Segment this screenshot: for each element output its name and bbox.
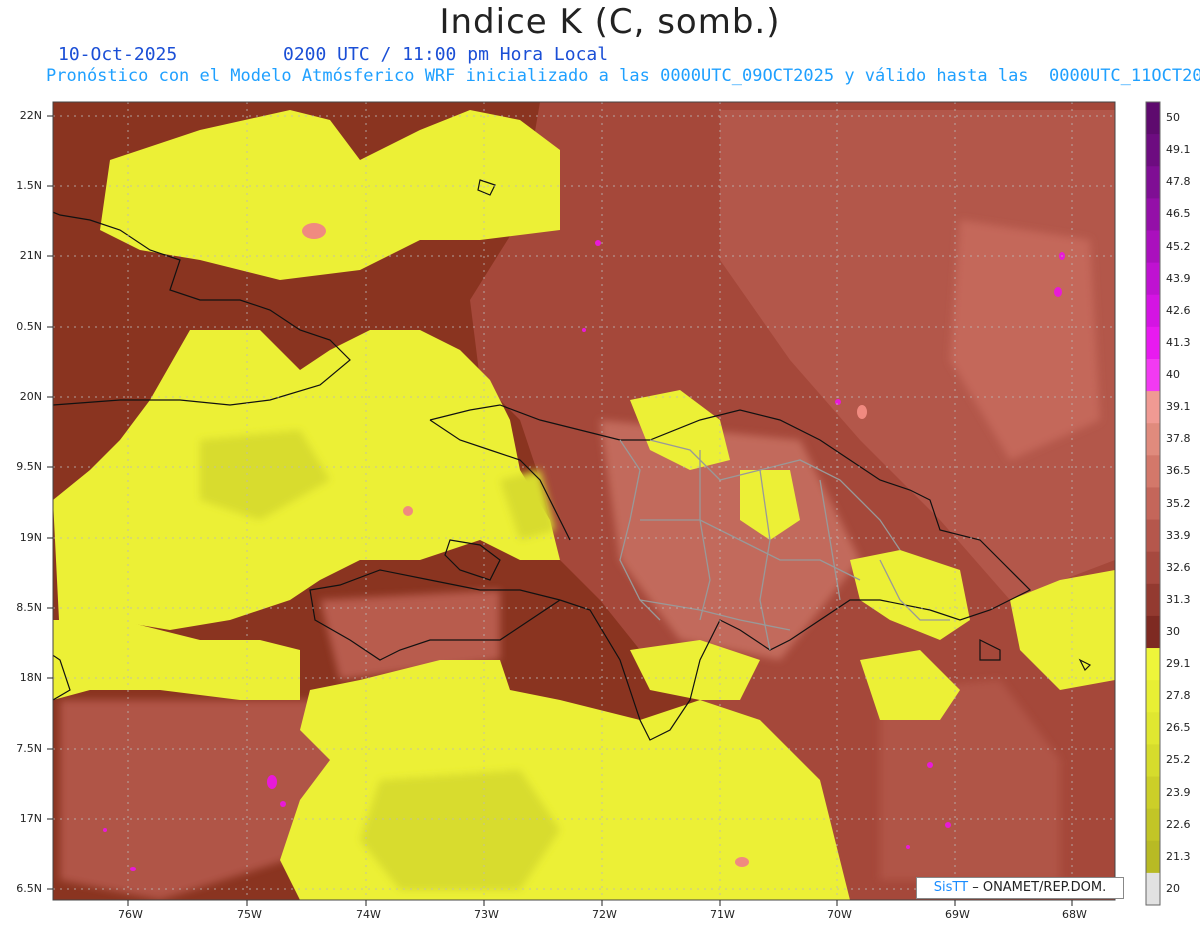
- colorbar-label: 23.9: [1166, 785, 1191, 799]
- colorbar-swatch: [1146, 230, 1160, 264]
- colorbar-swatch: [1146, 519, 1160, 553]
- colorbar-label: 21.3: [1166, 849, 1191, 863]
- colorbar-swatch: [1146, 487, 1160, 521]
- colorbar-label: 39.1: [1166, 400, 1191, 414]
- lat-label: 7.5N: [16, 742, 42, 755]
- colorbar-swatch: [1146, 455, 1160, 488]
- lat-label: 22N: [19, 109, 42, 122]
- lat-label: 1.5N: [16, 179, 42, 192]
- lat-label: 9.5N: [16, 460, 42, 473]
- lat-label: 21N: [19, 249, 42, 262]
- lat-label: 8.5N: [16, 601, 42, 614]
- colorbar-label: 30: [1166, 624, 1180, 638]
- colorbar-swatch: [1146, 391, 1160, 424]
- colorbar-swatch: [1146, 294, 1160, 328]
- colorbar-swatch: [1146, 166, 1160, 199]
- colorbar-swatch: [1146, 840, 1160, 874]
- colorbar: [1145, 101, 1161, 906]
- colorbar-swatch: [1146, 423, 1160, 456]
- colorbar-label: 20: [1166, 881, 1180, 895]
- colorbar-label: 45.2: [1166, 239, 1191, 253]
- colorbar-swatch: [1146, 262, 1160, 296]
- colorbar-label: 50: [1166, 111, 1180, 125]
- map-area[interactable]: [0, 0, 1200, 927]
- lon-label: 76W: [118, 908, 143, 921]
- colorbar-swatch: [1146, 872, 1160, 906]
- k-index-field: [53, 102, 1115, 900]
- lon-label: 68W: [1062, 908, 1087, 921]
- colorbar-label: 33.9: [1166, 528, 1191, 542]
- colorbar-label: 36.5: [1166, 464, 1191, 478]
- colorbar-swatch: [1146, 326, 1160, 360]
- lon-label: 73W: [474, 908, 499, 921]
- colorbar-swatch: [1146, 134, 1160, 167]
- colorbar-label: 32.6: [1166, 560, 1191, 574]
- colorbar-swatch: [1146, 648, 1160, 681]
- colorbar-label: 47.8: [1166, 175, 1191, 189]
- lat-label: 17N: [19, 812, 42, 825]
- credit-box: SisTT – ONAMET/REP.DOM.: [916, 877, 1124, 899]
- colorbar-label: 41.3: [1166, 335, 1191, 349]
- credit-brand: SisTT: [933, 880, 969, 895]
- lat-label: 0.5N: [16, 320, 42, 333]
- colorbar-label: 22.6: [1166, 817, 1191, 831]
- lon-label: 75W: [237, 908, 262, 921]
- colorbar-label: 43.9: [1166, 271, 1191, 285]
- colorbar-swatch: [1146, 198, 1160, 231]
- colorbar-label: 31.3: [1166, 592, 1191, 606]
- colorbar-swatch: [1146, 712, 1160, 745]
- colorbar-swatch: [1146, 583, 1160, 617]
- colorbar-swatch: [1146, 680, 1160, 713]
- colorbar-label: 35.2: [1166, 496, 1191, 510]
- colorbar-swatch: [1146, 808, 1160, 842]
- lat-label: 20N: [19, 390, 42, 403]
- colorbar-swatch: [1146, 744, 1160, 778]
- colorbar-label: 29.1: [1166, 657, 1191, 671]
- lon-label: 74W: [356, 908, 381, 921]
- colorbar-label: 25.2: [1166, 753, 1191, 767]
- colorbar-label: 42.6: [1166, 303, 1191, 317]
- lat-label: 19N: [19, 531, 42, 544]
- lat-label: 18N: [19, 671, 42, 684]
- lon-label: 71W: [710, 908, 735, 921]
- colorbar-label: 40: [1166, 368, 1180, 382]
- lon-label: 72W: [592, 908, 617, 921]
- colorbar-swatch: [1146, 102, 1160, 135]
- colorbar-swatch: [1146, 551, 1160, 585]
- lon-label: 70W: [827, 908, 852, 921]
- credit-text: – ONAMET/REP.DOM.: [972, 880, 1107, 895]
- lon-label: 69W: [945, 908, 970, 921]
- colorbar-label: 49.1: [1166, 143, 1191, 157]
- colorbar-label: 26.5: [1166, 721, 1191, 735]
- colorbar-swatch: [1146, 615, 1160, 649]
- colorbar-label: 37.8: [1166, 432, 1191, 446]
- colorbar-swatch: [1146, 776, 1160, 810]
- colorbar-label: 46.5: [1166, 207, 1191, 221]
- colorbar-label: 27.8: [1166, 689, 1191, 703]
- lat-label: 6.5N: [16, 882, 42, 895]
- colorbar-swatch: [1146, 358, 1160, 392]
